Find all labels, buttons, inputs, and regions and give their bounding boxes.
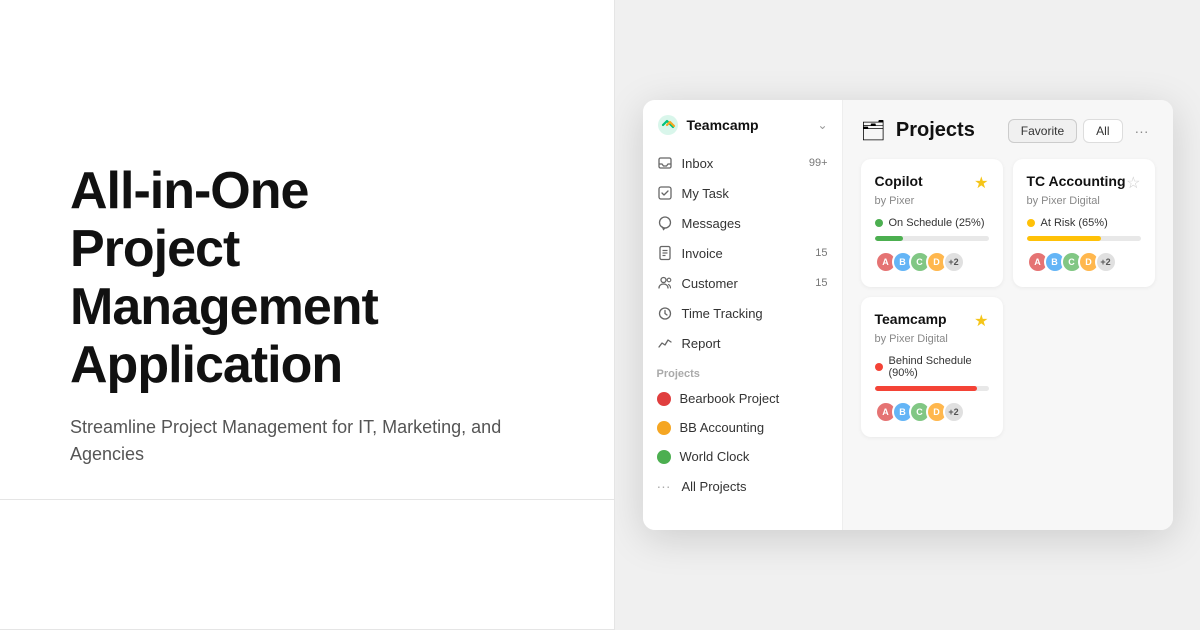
- copilot-status-row: On Schedule (25%): [875, 217, 989, 229]
- teamcamp-star-icon[interactable]: ★: [974, 311, 988, 331]
- bearbook-label: Bearbook Project: [680, 391, 780, 406]
- teamcamp-status-text: Behind Schedule (90%): [889, 355, 989, 379]
- copilot-status-text: On Schedule (25%): [889, 217, 985, 229]
- inbox-icon: [657, 155, 673, 171]
- copilot-title: Copilot: [875, 173, 923, 189]
- teamcamp-progress-bar: [875, 386, 989, 391]
- sidebar-item-bb-accounting[interactable]: BB Accounting: [643, 413, 842, 442]
- bb-accounting-dot: [657, 421, 671, 435]
- main-title: Projects: [896, 119, 975, 142]
- projects-section-label: Projects: [643, 358, 842, 384]
- avatar-more: +2: [1095, 251, 1117, 273]
- tc-accounting-title: TC Accounting: [1027, 173, 1126, 189]
- right-panel: Teamcamp ⌄ Inbox 99+ My Task: [615, 0, 1200, 630]
- sidebar-item-time-tracking[interactable]: Time Tracking: [643, 298, 842, 328]
- world-clock-label: World Clock: [680, 449, 750, 464]
- avatar-more: +2: [943, 251, 965, 273]
- copilot-card-header: Copilot ★: [875, 173, 989, 193]
- app-window: Teamcamp ⌄ Inbox 99+ My Task: [643, 100, 1173, 530]
- tab-all[interactable]: All: [1083, 119, 1122, 143]
- brand-name: Teamcamp: [687, 117, 759, 133]
- hero-subtitle: Streamline Project Management for IT, Ma…: [70, 414, 544, 468]
- brand-logo-icon: [657, 114, 679, 136]
- bearbook-dot: [657, 392, 671, 406]
- sidebar-item-all-projects[interactable]: ··· All Projects: [643, 471, 842, 501]
- copilot-avatars: A B C D +2: [875, 251, 989, 273]
- teamcamp-progress-fill: [875, 386, 978, 391]
- sidebar-item-world-clock[interactable]: World Clock: [643, 442, 842, 471]
- invoice-icon: [657, 245, 673, 261]
- bb-accounting-label: BB Accounting: [680, 420, 765, 435]
- left-panel: All-in-One Project Management Applicatio…: [0, 0, 615, 630]
- copilot-subtitle: by Pixer: [875, 195, 989, 207]
- teamcamp-status-row: Behind Schedule (90%): [875, 355, 989, 379]
- inbox-label: Inbox: [682, 156, 714, 171]
- invoice-label: Invoice: [682, 246, 723, 261]
- tc-accounting-avatars: A B C D +2: [1027, 251, 1141, 273]
- my-task-label: My Task: [682, 186, 729, 201]
- report-label: Report: [682, 336, 721, 351]
- project-card-teamcamp[interactable]: Teamcamp ★ by Pixer Digital Behind Sched…: [861, 297, 1003, 437]
- chevron-down-icon[interactable]: ⌄: [817, 118, 827, 132]
- sidebar-item-report[interactable]: Report: [643, 328, 842, 358]
- tc-accounting-status-dot: [1027, 219, 1035, 227]
- teamcamp-status-dot: [875, 363, 883, 371]
- customer-label: Customer: [682, 276, 738, 291]
- teamcamp-avatars: A B C D +2: [875, 401, 989, 423]
- tc-accounting-status-row: At Risk (65%): [1027, 217, 1141, 229]
- customer-badge: 15: [815, 277, 827, 289]
- main-content: 🗂 Projects Favorite All ··· Copilot ★ by…: [843, 100, 1173, 530]
- sidebar-item-inbox[interactable]: Inbox 99+: [643, 148, 842, 178]
- report-icon: [657, 335, 673, 351]
- tc-accounting-progress-bar: [1027, 236, 1141, 241]
- tab-buttons: Favorite All ···: [1008, 119, 1155, 143]
- copilot-status-dot: [875, 219, 883, 227]
- teamcamp-card-title: Teamcamp: [875, 311, 947, 327]
- time-tracking-icon: [657, 305, 673, 321]
- project-card-copilot[interactable]: Copilot ★ by Pixer On Schedule (25%) A B: [861, 159, 1003, 287]
- more-options-icon[interactable]: ···: [1129, 121, 1155, 141]
- sidebar-item-messages[interactable]: Messages: [643, 208, 842, 238]
- my-task-icon: [657, 185, 673, 201]
- all-projects-dots-icon: ···: [657, 478, 671, 494]
- tc-accounting-star-icon[interactable]: ☆: [1126, 173, 1140, 193]
- divider-line: [0, 499, 614, 500]
- sidebar-item-invoice[interactable]: Invoice 15: [643, 238, 842, 268]
- messages-label: Messages: [682, 216, 741, 231]
- invoice-badge: 15: [815, 247, 827, 259]
- world-clock-dot: [657, 450, 671, 464]
- tc-accounting-subtitle: by Pixer Digital: [1027, 195, 1141, 207]
- sidebar-header: Teamcamp ⌄: [643, 114, 842, 148]
- copilot-star-icon[interactable]: ★: [974, 173, 988, 193]
- time-tracking-label: Time Tracking: [682, 306, 763, 321]
- all-projects-label: All Projects: [682, 479, 747, 494]
- sidebar: Teamcamp ⌄ Inbox 99+ My Task: [643, 100, 843, 530]
- sidebar-item-bearbook[interactable]: Bearbook Project: [643, 384, 842, 413]
- inbox-badge: 99+: [809, 157, 828, 169]
- sidebar-brand[interactable]: Teamcamp: [657, 114, 759, 136]
- tc-accounting-progress-fill: [1027, 236, 1101, 241]
- tc-accounting-status-text: At Risk (65%): [1041, 217, 1108, 229]
- customer-icon: [657, 275, 673, 291]
- messages-icon: [657, 215, 673, 231]
- tc-accounting-card-header: TC Accounting ☆: [1027, 173, 1141, 193]
- sidebar-item-my-task[interactable]: My Task: [643, 178, 842, 208]
- project-card-tc-accounting[interactable]: TC Accounting ☆ by Pixer Digital At Risk…: [1013, 159, 1155, 287]
- hero-title: All-in-One Project Management Applicatio…: [70, 162, 544, 395]
- teamcamp-card-header: Teamcamp ★: [875, 311, 989, 331]
- main-header: 🗂 Projects Favorite All ···: [861, 118, 1155, 143]
- teamcamp-subtitle: by Pixer Digital: [875, 333, 989, 345]
- sidebar-item-customer[interactable]: Customer 15: [643, 268, 842, 298]
- copilot-progress-bar: [875, 236, 989, 241]
- copilot-progress-fill: [875, 236, 904, 241]
- projects-icon: 🗂: [861, 118, 886, 143]
- avatar-more: +2: [943, 401, 965, 423]
- tab-favorite[interactable]: Favorite: [1008, 119, 1077, 143]
- projects-grid: Copilot ★ by Pixer On Schedule (25%) A B: [861, 159, 1155, 437]
